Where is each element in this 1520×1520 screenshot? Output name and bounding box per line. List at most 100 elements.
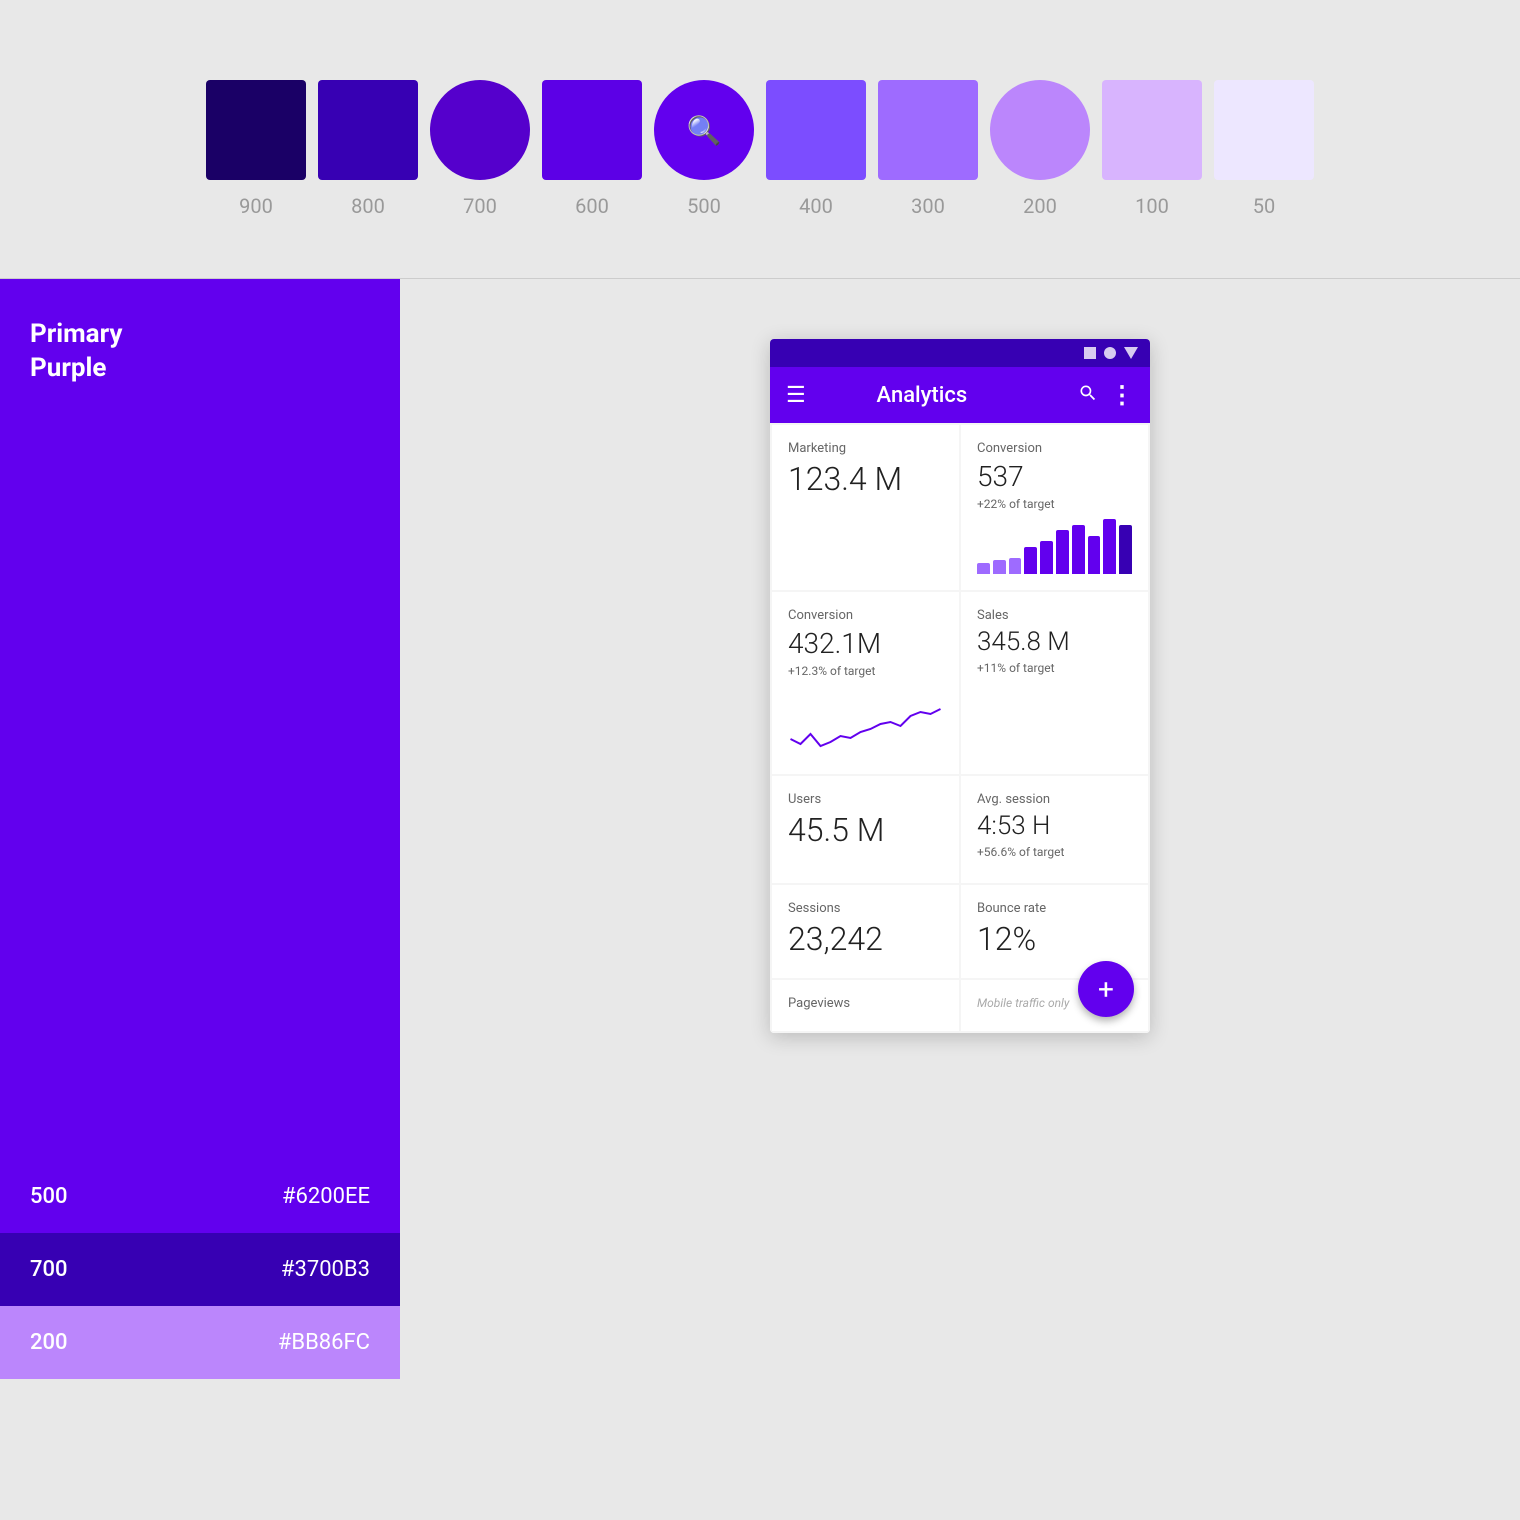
- palette-label-700: 700: [430, 194, 530, 218]
- bar-7: [1072, 525, 1085, 575]
- app-title: Analytics: [818, 383, 1026, 408]
- bar-1: [977, 563, 990, 574]
- card-value-marketing: 123.4 M: [788, 460, 943, 498]
- card-label-conversion-right: Conversion: [977, 441, 1132, 456]
- swatch-50: [1214, 80, 1314, 180]
- primary-label: Primary: [30, 319, 370, 349]
- swatch-square-800: [318, 80, 418, 180]
- shade-500-label: 500: [30, 1184, 68, 1209]
- swatch-square-400: [766, 80, 866, 180]
- bar-chart-conversion: [977, 519, 1132, 574]
- phone-mockup: ☰ Analytics ⋮ Marketing: [770, 339, 1150, 1033]
- color-swatch-rows: 500 #6200EE 700 #3700B3 200 #BB86FC: [0, 1160, 400, 1379]
- swatch-300: [878, 80, 978, 180]
- app-bar: ☰ Analytics ⋮: [770, 367, 1150, 423]
- fab-icon: +: [1098, 973, 1114, 1006]
- card-label-users: Users: [788, 792, 943, 807]
- shade-200-hex: #BB86FC: [278, 1330, 370, 1355]
- swatch-100: [1102, 80, 1202, 180]
- swatch-800: [318, 80, 418, 180]
- card-label-conversion-left: Conversion: [788, 608, 943, 623]
- bar-5: [1040, 541, 1053, 574]
- left-panel: Primary Purple 500 #6200EE 700 #3700B3 2…: [0, 279, 400, 1379]
- swatch-600: [542, 80, 642, 180]
- purple-label: Purple: [30, 353, 370, 383]
- card-value-bounce-rate: 12%: [977, 920, 1132, 958]
- palette-swatches: 🔍: [206, 80, 1314, 180]
- bar-2: [993, 560, 1006, 574]
- bar-3: [1009, 558, 1022, 575]
- bar-10: [1119, 525, 1132, 575]
- shade-500-hex: #6200EE: [282, 1184, 370, 1209]
- status-icon-square: [1084, 347, 1096, 359]
- card-avg-session: Avg. session 4:53 H +56.6% of target: [961, 776, 1148, 883]
- color-row-200: 200 #BB86FC: [0, 1306, 400, 1379]
- color-row-700: 700 #3700B3: [0, 1233, 400, 1306]
- card-value-conversion-left: 432.1M: [788, 627, 943, 660]
- bar-9: [1103, 519, 1116, 574]
- card-users: Users 45.5 M: [772, 776, 959, 883]
- fab-button[interactable]: +: [1078, 961, 1134, 1017]
- bar-6: [1056, 530, 1069, 574]
- card-value-sales: 345.8 M: [977, 627, 1132, 657]
- content-wrapper: Marketing 123.4 M Conversion 537 +22% of…: [770, 423, 1150, 1033]
- card-marketing: Marketing 123.4 M: [772, 425, 959, 590]
- card-conversion-right: Conversion 537 +22% of target: [961, 425, 1148, 590]
- swatch-700: [430, 80, 530, 180]
- card-sales: Sales 345.8 M +11% of target: [961, 592, 1148, 774]
- card-value-avg-session: 4:53 H: [977, 811, 1132, 841]
- bottom-section: Primary Purple 500 #6200EE 700 #3700B3 2…: [0, 279, 1520, 1379]
- palette-label-900: 900: [206, 194, 306, 218]
- card-sub-conversion-left: +12.3% of target: [788, 664, 943, 678]
- card-sub-conversion-right: +22% of target: [977, 497, 1132, 511]
- app-bar-icons: ⋮: [1078, 381, 1134, 409]
- swatch-200: [990, 80, 1090, 180]
- card-label-sales: Sales: [977, 608, 1132, 623]
- swatch-circle-200: [990, 80, 1090, 180]
- card-sessions: Sessions 23,242: [772, 885, 959, 978]
- card-sub-avg-session: +56.6% of target: [977, 845, 1132, 859]
- swatch-circle-700: [430, 80, 530, 180]
- swatch-p-500: 🔍: [654, 80, 754, 180]
- card-label-bounce-rate: Bounce rate: [977, 901, 1132, 916]
- more-icon[interactable]: ⋮: [1110, 381, 1134, 409]
- card-pageviews: Pageviews: [772, 980, 959, 1031]
- line-chart-conversion: [788, 694, 943, 754]
- card-label-sessions: Sessions: [788, 901, 943, 916]
- color-row-500: 500 #6200EE: [0, 1160, 400, 1233]
- card-sub-sales: +11% of target: [977, 661, 1132, 675]
- right-panel: ☰ Analytics ⋮ Marketing: [400, 279, 1520, 1379]
- menu-icon[interactable]: ☰: [786, 383, 806, 408]
- bar-4: [1024, 547, 1037, 575]
- status-bar: [770, 339, 1150, 367]
- card-conversion-left: Conversion 432.1M +12.3% of target: [772, 592, 959, 774]
- palette-label-300: 300: [878, 194, 978, 218]
- shade-700-hex: #3700B3: [281, 1257, 370, 1282]
- card-value-sessions: 23,242: [788, 920, 943, 958]
- card-label-avg-session: Avg. session: [977, 792, 1132, 807]
- swatch-square-900: [206, 80, 306, 180]
- palette-section: 🔍 900 800 700 600 500 400 300 200: [0, 0, 1520, 258]
- palette-label-800: 800: [318, 194, 418, 218]
- bar-8: [1088, 536, 1101, 575]
- search-icon[interactable]: [1078, 383, 1098, 408]
- shade-200-label: 200: [30, 1330, 68, 1355]
- status-icon-triangle: [1124, 347, 1138, 359]
- palette-label-50: 50: [1214, 194, 1314, 218]
- card-label-marketing: Marketing: [788, 441, 943, 456]
- card-label-pageviews: Pageviews: [788, 996, 943, 1011]
- shade-700-label: 700: [30, 1257, 68, 1282]
- card-value-conversion-right: 537: [977, 460, 1132, 493]
- swatch-square-300: [878, 80, 978, 180]
- palette-label-500: 500: [654, 194, 754, 218]
- swatch-900: [206, 80, 306, 180]
- swatch-500: 🔍: [654, 80, 754, 180]
- palette-labels: 900 800 700 600 500 400 300 200 100 50: [206, 194, 1314, 218]
- status-icon-circle: [1104, 347, 1116, 359]
- swatch-square-50: [1214, 80, 1314, 180]
- swatch-400: [766, 80, 866, 180]
- palette-label-600: 600: [542, 194, 642, 218]
- palette-label-200: 200: [990, 194, 1090, 218]
- palette-label-100: 100: [1102, 194, 1202, 218]
- swatch-square-600: [542, 80, 642, 180]
